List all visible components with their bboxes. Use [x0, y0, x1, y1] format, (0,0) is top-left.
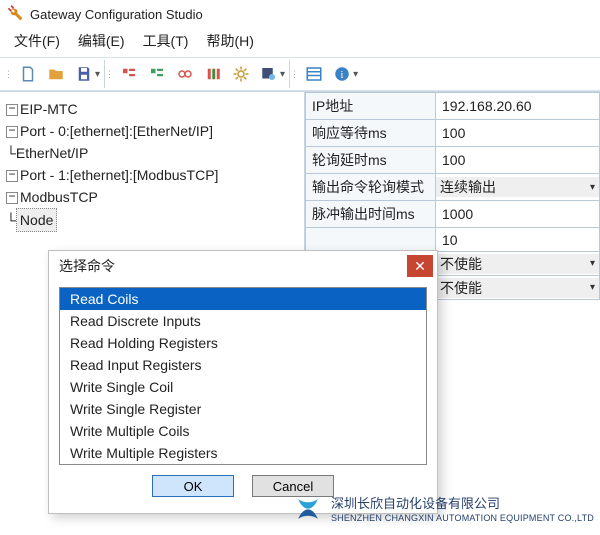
- svg-text:i: i: [341, 70, 344, 81]
- device-tree[interactable]: EIP-MTC Port - 0:[ethernet]:[EtherNet/IP…: [6, 98, 298, 232]
- watermark-text-zh: 深圳长欣自动化设备有限公司: [331, 496, 594, 511]
- prop-label: IP地址: [306, 93, 436, 120]
- prop-value-ip[interactable]: 192.168.20.60: [436, 93, 600, 120]
- prop-value-extra[interactable]: 不使能▾: [436, 254, 599, 274]
- command-list-item[interactable]: Write Multiple Coils: [60, 420, 426, 442]
- tool-gear-button[interactable]: [227, 60, 255, 88]
- command-list-item[interactable]: Read Holding Registers: [60, 332, 426, 354]
- command-list-item[interactable]: Write Single Register: [60, 398, 426, 420]
- menu-help[interactable]: 帮助(H): [206, 31, 253, 51]
- company-logo-icon: [291, 492, 325, 529]
- chevron-down-icon: ▾: [590, 258, 595, 269]
- save-button[interactable]: [70, 60, 98, 88]
- chevron-down-icon: ▾: [590, 282, 595, 293]
- collapse-icon[interactable]: [6, 126, 18, 138]
- collapse-icon[interactable]: [6, 192, 18, 204]
- command-list-item[interactable]: Read Input Registers: [60, 354, 426, 376]
- prop-label: 脉冲输出时间ms: [306, 201, 436, 228]
- command-list-item[interactable]: Write Multiple Registers: [60, 442, 426, 464]
- collapse-icon[interactable]: [6, 170, 18, 182]
- chevron-down-icon[interactable]: ▾: [353, 69, 358, 80]
- chevron-down-icon[interactable]: ▾: [280, 69, 285, 80]
- prop-value-extra[interactable]: 不使能▾: [436, 278, 599, 298]
- ok-button[interactable]: OK: [152, 475, 234, 497]
- command-list[interactable]: Read CoilsRead Discrete InputsRead Holdi…: [59, 287, 427, 465]
- prop-value-extra[interactable]: 10: [436, 228, 600, 252]
- menubar: 文件(F) 编辑(E) 工具(T) 帮助(H): [0, 27, 600, 57]
- tool-link-button[interactable]: [171, 60, 199, 88]
- menu-edit[interactable]: 编辑(E): [78, 31, 125, 51]
- info-button[interactable]: i: [328, 60, 356, 88]
- menu-tools[interactable]: 工具(T): [143, 31, 189, 51]
- tree-node-selected[interactable]: Node: [16, 208, 57, 232]
- prop-value-respwait[interactable]: 100: [436, 120, 600, 147]
- tree-port1[interactable]: Port - 1:[ethernet]:[ModbusTCP]: [20, 167, 218, 183]
- command-list-item[interactable]: Write Single Coil: [60, 376, 426, 398]
- close-icon: ✕: [414, 258, 426, 275]
- new-file-button[interactable]: [14, 60, 42, 88]
- menu-file[interactable]: 文件(F): [14, 31, 60, 51]
- command-list-item[interactable]: Read Coils: [60, 288, 426, 310]
- app-icon: [6, 4, 24, 25]
- tool-green-button[interactable]: [143, 60, 171, 88]
- watermark-text-en: SHENZHEN CHANGXIN AUTOMATION EQUIPMENT C…: [331, 511, 594, 526]
- watermark: 深圳长欣自动化设备有限公司 SHENZHEN CHANGXIN AUTOMATI…: [291, 492, 594, 529]
- prop-label: 响应等待ms: [306, 120, 436, 147]
- prop-value-polldelay[interactable]: 100: [436, 147, 600, 174]
- tool-red-button[interactable]: [115, 60, 143, 88]
- tool-settings-button[interactable]: [255, 60, 283, 88]
- toolbar: ⋮ ▾ ⋮ ▾ ⋮ i ▾: [0, 57, 600, 91]
- list-panel-button[interactable]: [300, 60, 328, 88]
- prop-label: 输出命令轮询模式: [306, 174, 436, 201]
- prop-value-outputmode[interactable]: 连续输出▾: [436, 177, 599, 197]
- command-list-item[interactable]: Read Discrete Inputs: [60, 310, 426, 332]
- collapse-icon[interactable]: [6, 104, 18, 116]
- window-titlebar: Gateway Configuration Studio: [0, 0, 600, 27]
- tree-root[interactable]: EIP-MTC: [20, 101, 78, 117]
- prop-label: 轮询延时ms: [306, 147, 436, 174]
- prop-value-pulsetime[interactable]: 1000: [436, 201, 600, 228]
- tree-port0[interactable]: Port - 0:[ethernet]:[EtherNet/IP]: [20, 123, 213, 139]
- chevron-down-icon[interactable]: ▾: [95, 69, 100, 80]
- tree-port0-child[interactable]: EtherNet/IP: [16, 145, 88, 161]
- select-command-dialog: 选择命令 ✕ Read CoilsRead Discrete InputsRea…: [48, 250, 438, 514]
- prop-label-hidden: [306, 228, 436, 252]
- dialog-title: 选择命令: [59, 256, 115, 276]
- close-button[interactable]: ✕: [407, 255, 433, 277]
- open-file-button[interactable]: [42, 60, 70, 88]
- tool-bars-button[interactable]: [199, 60, 227, 88]
- chevron-down-icon: ▾: [590, 182, 595, 193]
- tree-port1-child[interactable]: ModbusTCP: [20, 189, 98, 205]
- window-title: Gateway Configuration Studio: [30, 7, 203, 22]
